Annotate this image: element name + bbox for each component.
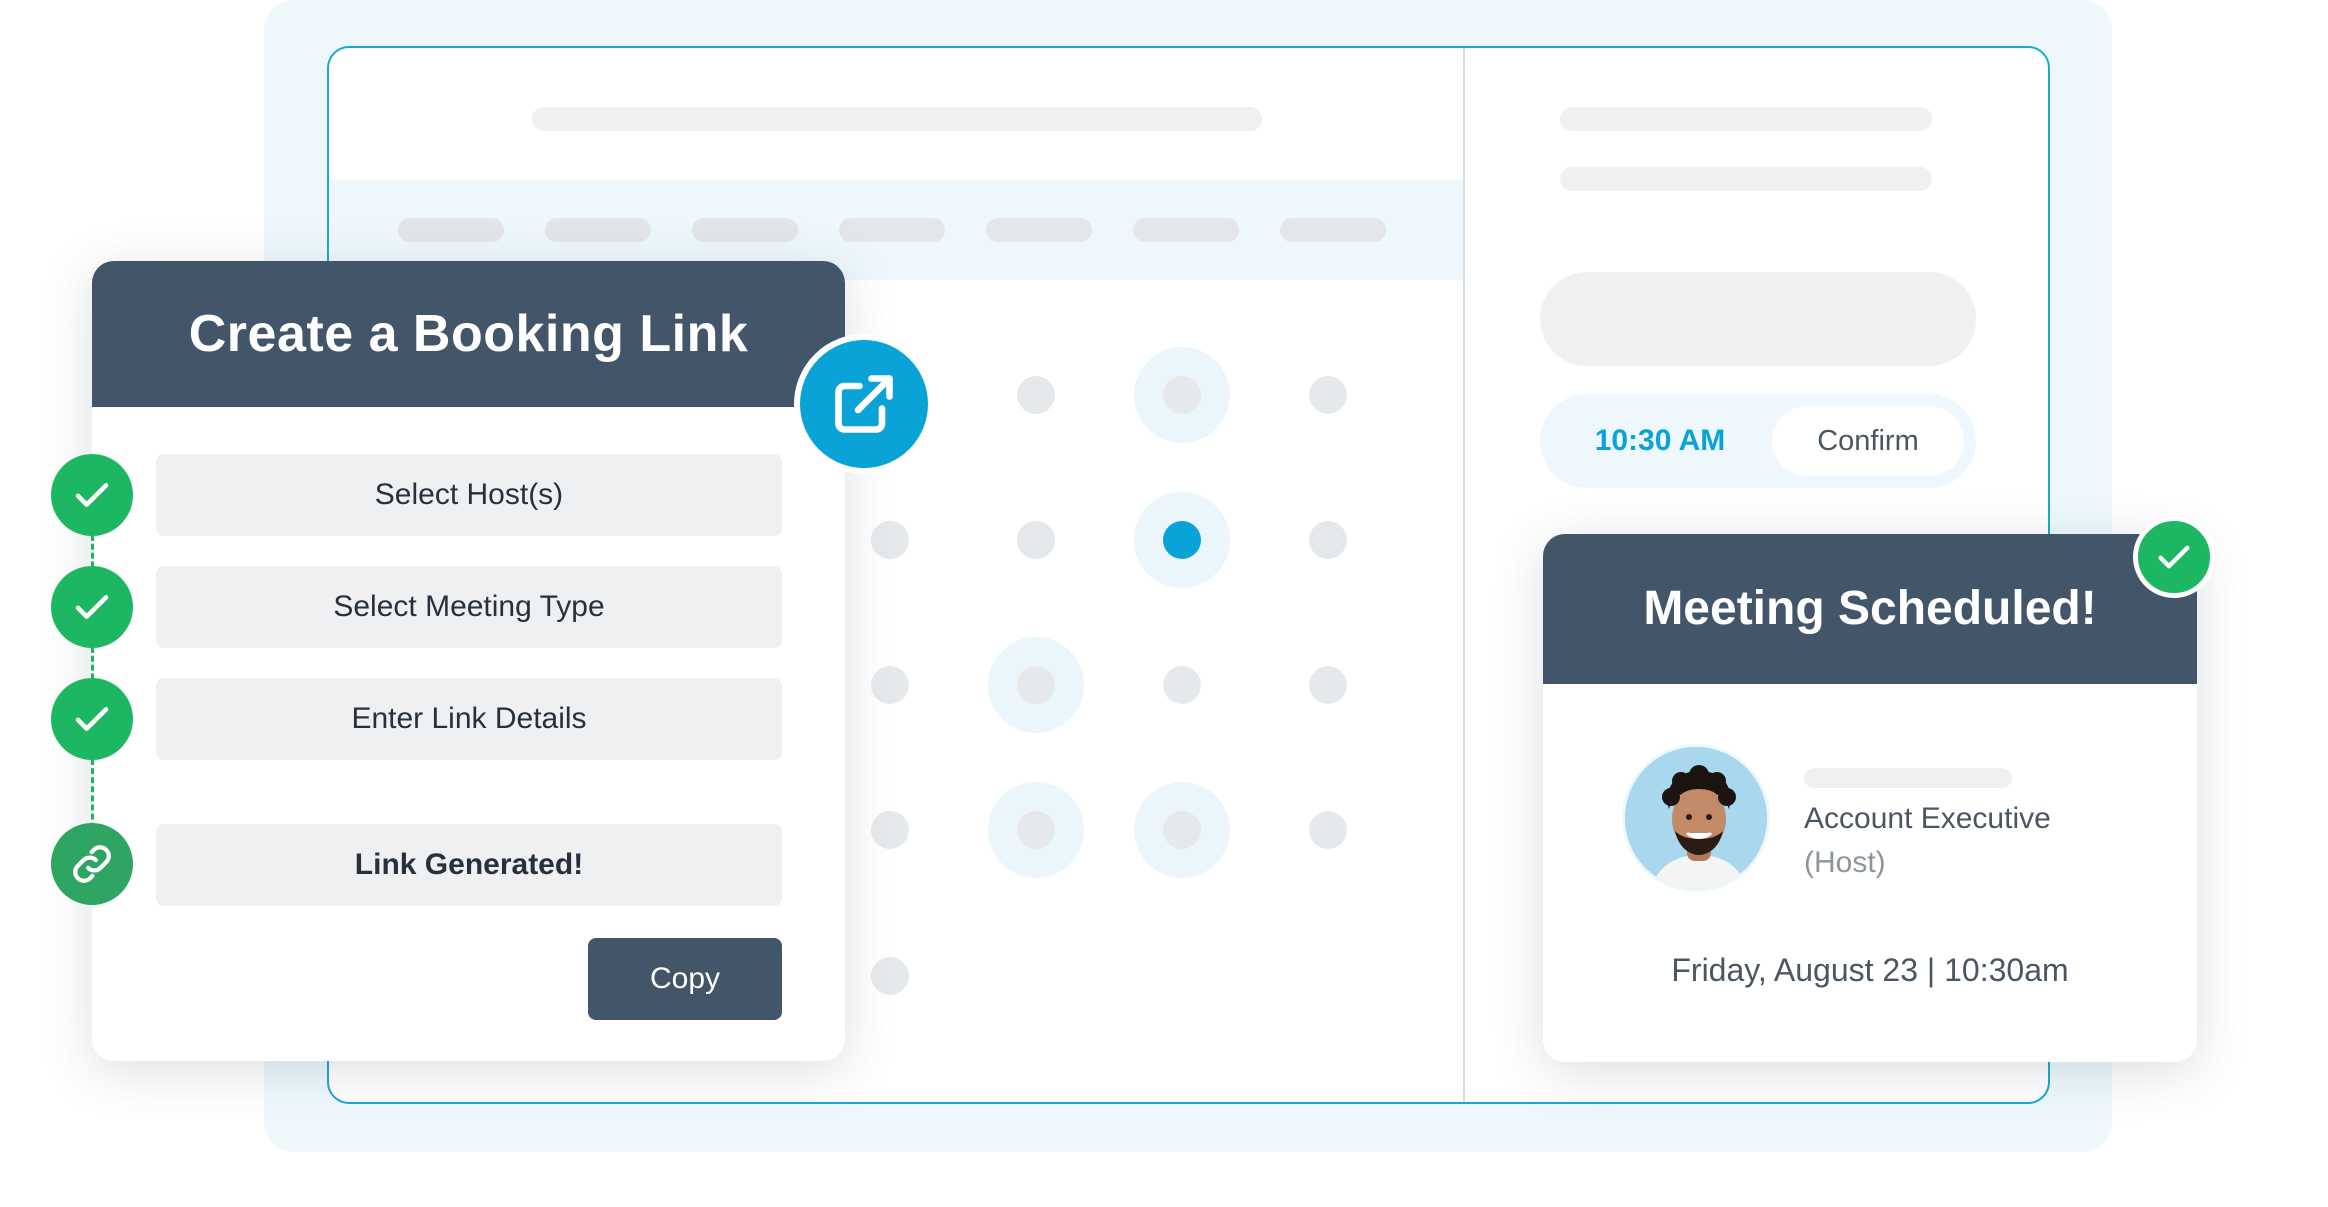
host-role: Account Executive [1804,802,2051,835]
calendar-day[interactable] [1309,811,1347,849]
window-divider [1463,48,1465,1102]
weekday-placeholder [839,218,945,242]
link-icon [51,823,133,905]
check-icon [51,566,133,648]
title-placeholder [532,107,1262,131]
host-name-placeholder [1804,768,2012,788]
calendar-day[interactable] [871,666,909,704]
calendar-day[interactable] [1309,376,1347,414]
step-enter-link-details[interactable]: Enter Link Details [156,678,782,760]
calendar-day[interactable] [1163,811,1201,849]
calendar-day[interactable] [1017,666,1055,704]
check-icon [51,678,133,760]
check-icon [2133,516,2215,598]
weekday-placeholder [692,218,798,242]
detail-placeholder [1560,167,1932,191]
avatar [1622,744,1770,892]
external-link-icon[interactable] [794,334,934,474]
calendar-day[interactable] [1017,811,1055,849]
date-placeholder-pill [1540,272,1976,366]
weekday-placeholder [545,218,651,242]
calendar-day[interactable] [871,521,909,559]
meeting-datetime: Friday, August 23 | 10:30am [1671,952,2069,988]
weekday-placeholder [1280,218,1386,242]
selected-calendar-day[interactable] [1163,521,1201,559]
calendar-day[interactable] [871,957,909,995]
step-select-meeting-type[interactable]: Select Meeting Type [156,566,782,648]
calendar-day[interactable] [1309,666,1347,704]
calendar-day[interactable] [1163,376,1201,414]
selected-time[interactable]: 10:30 AM [1560,394,1760,488]
copy-button[interactable]: Copy [588,938,782,1020]
calendar-day[interactable] [1163,666,1201,704]
meeting-card-title: Meeting Scheduled! [1543,534,2197,684]
calendar-day[interactable] [1309,521,1347,559]
calendar-day[interactable] [871,811,909,849]
step-select-hosts[interactable]: Select Host(s) [156,454,782,536]
weekday-placeholder [398,218,504,242]
host-tag: (Host) [1804,846,1886,879]
booking-card-title: Create a Booking Link [92,261,845,407]
calendar-day[interactable] [1017,376,1055,414]
step-link-generated[interactable]: Link Generated! [156,824,782,906]
calendar-day[interactable] [1017,521,1055,559]
weekday-placeholder [986,218,1092,242]
confirm-button[interactable]: Confirm [1772,406,1964,476]
detail-placeholder [1560,107,1932,131]
check-icon [51,454,133,536]
weekday-placeholder [1133,218,1239,242]
